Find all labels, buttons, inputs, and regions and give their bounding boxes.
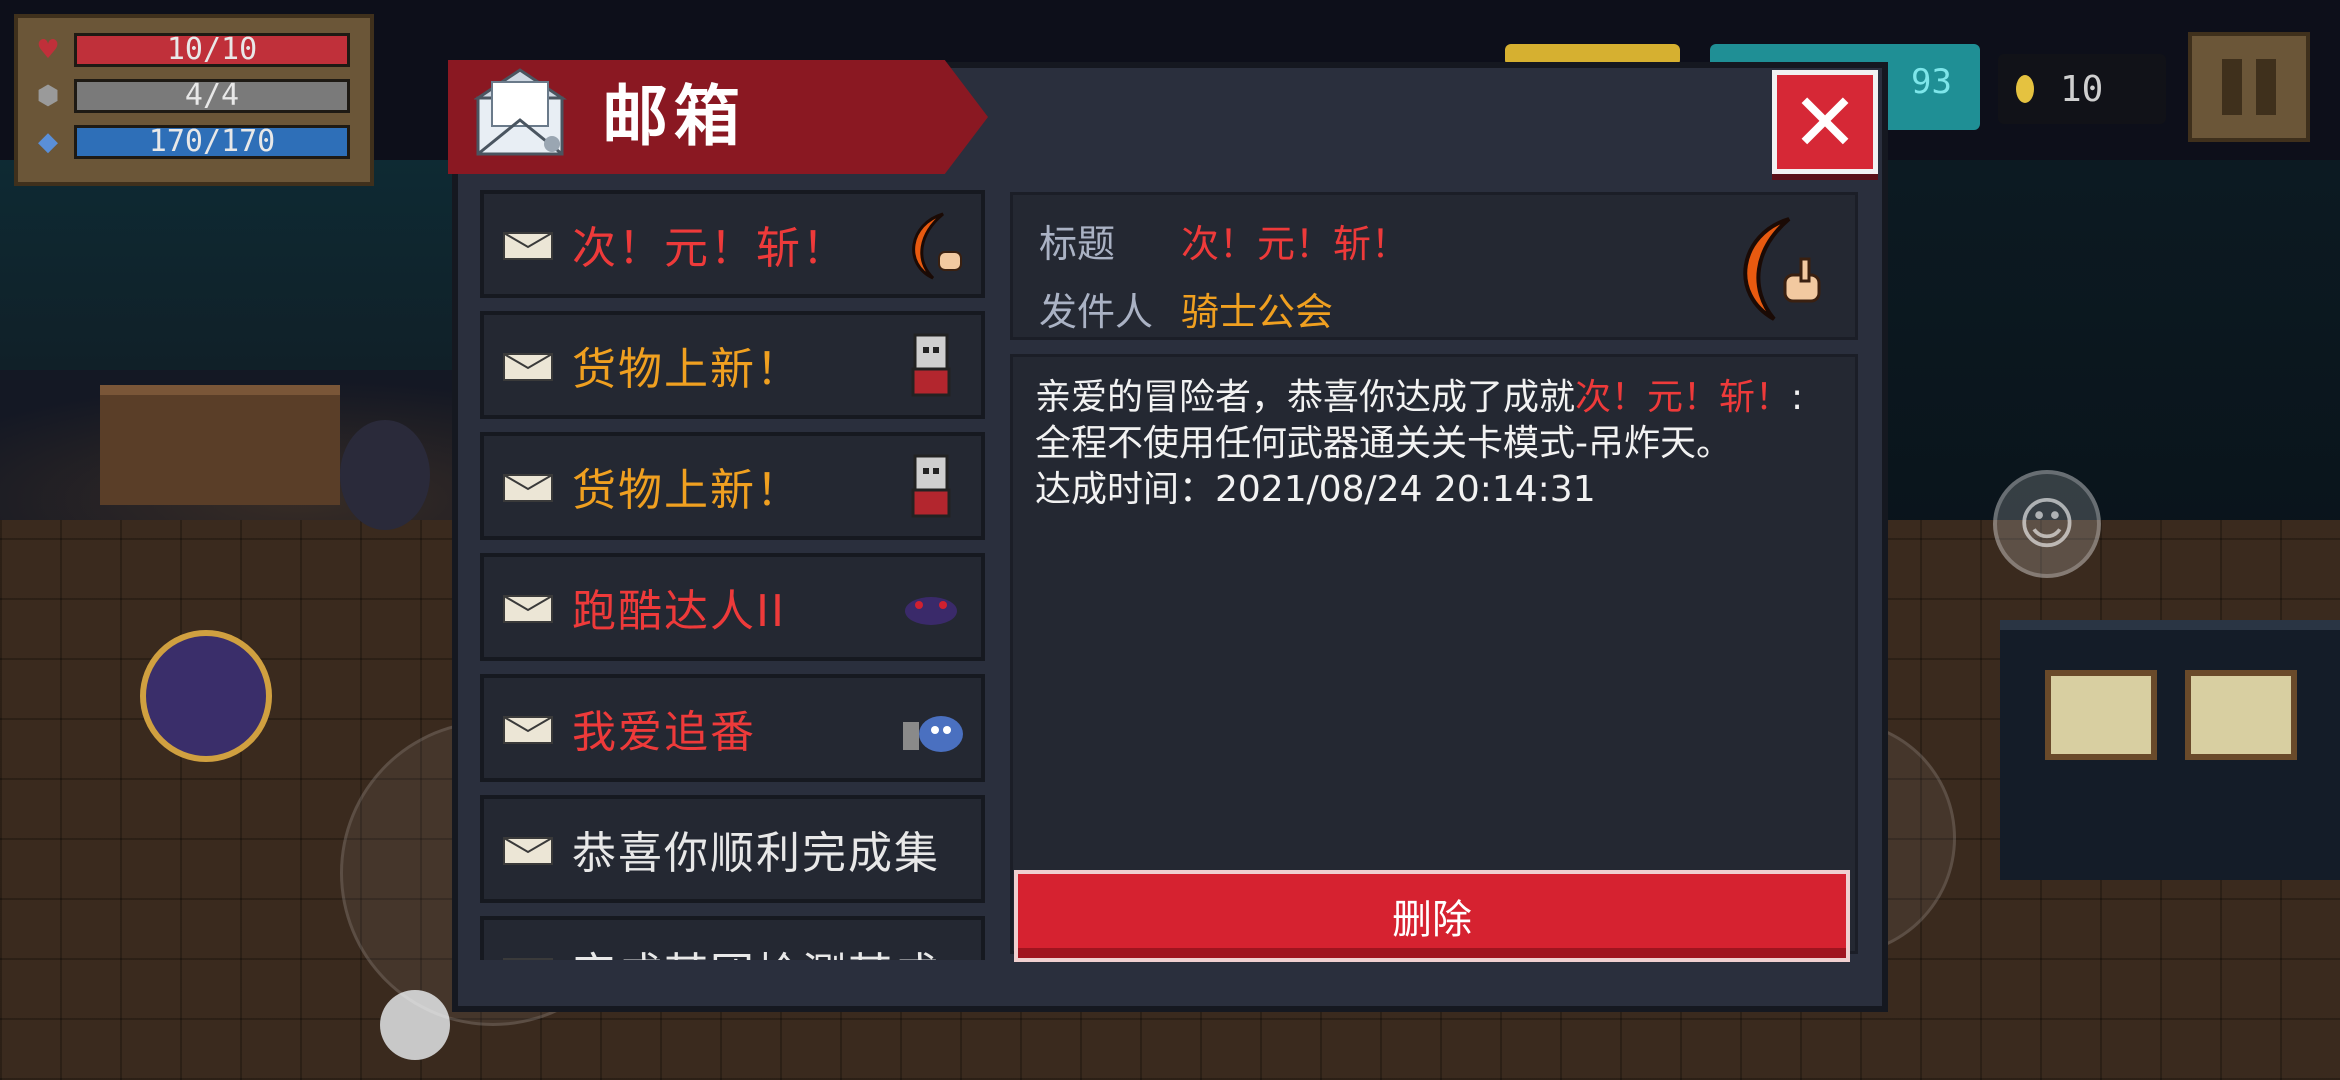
mail-list-item[interactable]: 跑酷达人II [480, 553, 985, 661]
close-button[interactable]: ✕ [1772, 70, 1878, 174]
energy-text: 170/170 [148, 124, 276, 159]
picture-frame [2185, 670, 2297, 760]
envelope-icon [503, 716, 553, 744]
mail-list-item[interactable]: 货物上新！ [480, 311, 985, 419]
witch-npc[interactable] [340, 420, 430, 530]
mail-subject: 货物上新！ [572, 465, 802, 516]
notice-board [100, 385, 340, 505]
mail-subject: 次！元！斩！ [572, 223, 848, 274]
mail-list-item[interactable]: 恭喜你顺利完成集 [480, 795, 985, 903]
mail-subject: 跑酷达人II [572, 586, 786, 637]
picture-frame [2045, 670, 2157, 760]
mail-subject: 货物上新！ [572, 344, 802, 395]
mail-detail-body: 亲爱的冒险者，恭喜你达成了成就次！元！斩！:全程不使用任何武器通关关卡模式-吊炸… [1010, 354, 1858, 954]
shield-icon: ⬢ [36, 81, 60, 111]
gem-count: 93 [1911, 62, 1952, 102]
pause-icon [2222, 59, 2242, 115]
wall-segment [0, 160, 460, 370]
armor-text: 4/4 [184, 78, 240, 113]
mail-subject: 恭喜你顺利完成集 [572, 828, 940, 879]
title-label: 标题 [1039, 222, 1116, 266]
body-prefix: 亲爱的冒险者，恭喜你达成了成就 [1035, 377, 1576, 418]
mail-list-item[interactable]: 我爱追番 [480, 674, 985, 782]
armor-bar: 4/4 [74, 79, 350, 113]
crescent-blade-icon [1743, 217, 1821, 321]
wall-segment [1880, 160, 2340, 540]
merchant-icon [911, 454, 951, 518]
mail-subject: 完成某团检测某成 [572, 938, 940, 960]
energy-row: ◆ 170/170 [30, 122, 358, 162]
envelope-icon [503, 232, 553, 260]
gallery-wall [2000, 620, 2340, 880]
mail-icon [474, 68, 567, 156]
mail-detail-header: 标题 次！元！斩！ 发件人 骑士公会 [1010, 192, 1858, 340]
merchant-icon [911, 333, 951, 397]
energy-crystal-icon: ◆ [38, 127, 58, 157]
envelope-icon [503, 837, 553, 865]
coin-count: 10 [2060, 68, 2104, 110]
delete-button-label: 删除 [1392, 897, 1472, 943]
body-achievement: 次！元！斩！ [1575, 377, 1792, 418]
wizard-npc[interactable] [140, 630, 272, 762]
pause-icon-bar [2256, 59, 2276, 115]
achievement-time: 达成时间：2021/08/24 20:14:31 [1035, 469, 1596, 510]
delete-button[interactable]: 删除 [1014, 870, 1850, 962]
crescent-blade-icon [912, 212, 962, 280]
sender-label: 发件人 [1039, 290, 1154, 334]
player-status-panel: ♥ 10/10 ⬢ 4/4 ◆ 170/170 [14, 14, 374, 186]
mail-list[interactable]: 次！元！斩！ 货物上新！ 货物上新！ 跑酷达人II 我爱追番恭喜你顺利完成集完成某团检测… [480, 190, 990, 960]
envelope-icon [503, 474, 553, 502]
hp-bar: 10/10 [74, 33, 350, 67]
mail-subject: 我爱追番 [572, 707, 756, 758]
pause-button[interactable] [2188, 32, 2310, 142]
mail-list-item[interactable]: 完成某团检测某成 [480, 916, 985, 960]
envelope-icon [503, 353, 553, 381]
hp-text: 10/10 [166, 32, 258, 67]
mail-list-item[interactable]: 货物上新！ [480, 432, 985, 540]
envelope-icon [503, 958, 553, 960]
energy-bar: 170/170 [74, 125, 350, 159]
armor-row: ⬢ 4/4 [30, 76, 358, 116]
tv-icon [903, 716, 963, 752]
coin-counter: 10 [1998, 54, 2166, 124]
envelope-icon [503, 595, 553, 623]
coin-icon [2016, 75, 2034, 103]
emote-button[interactable]: ☺ [1993, 470, 2101, 578]
sender-value: 骑士公会 [1181, 290, 1334, 334]
close-x-icon: ✕ [1791, 75, 1859, 169]
heart-icon: ♥ [36, 35, 60, 65]
shadow-runner-icon [905, 597, 957, 625]
title-value: 次！元！斩！ [1181, 222, 1410, 266]
mail-list-item[interactable]: 次！元！斩！ [480, 190, 985, 298]
mailbox-title: 邮箱 [602, 78, 746, 155]
hp-row: ♥ 10/10 [30, 30, 358, 70]
